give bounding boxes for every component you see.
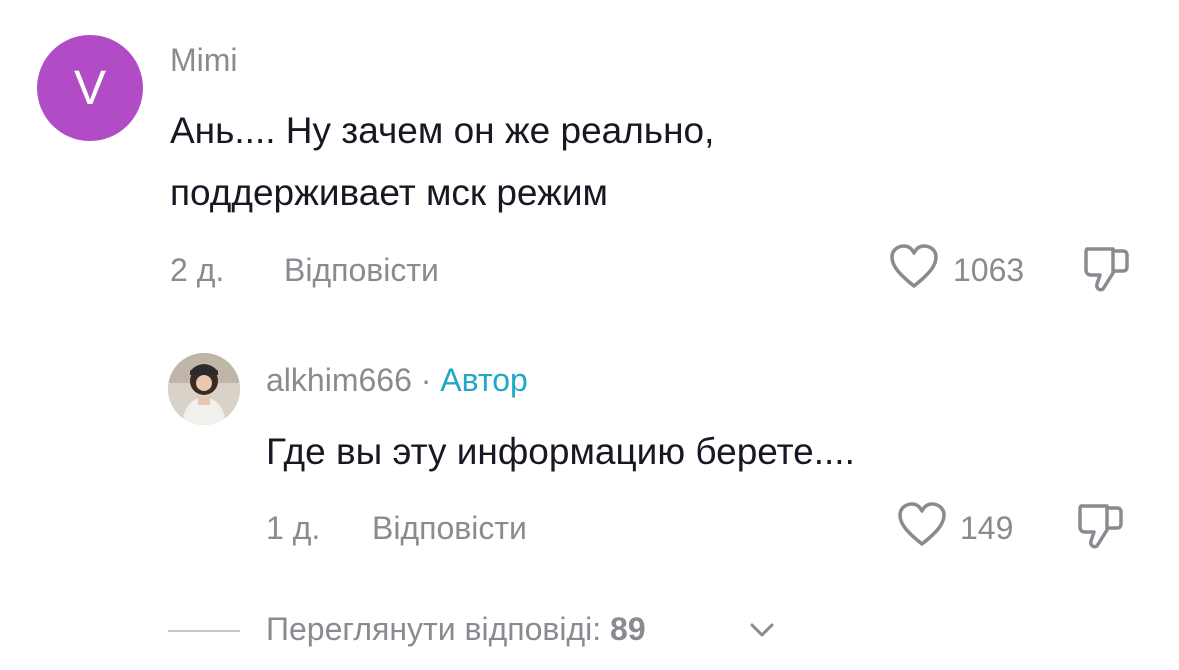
dislike-button[interactable] — [1083, 243, 1131, 295]
like-button[interactable] — [889, 244, 939, 290]
comment-text-line-1: Ань.... Ну зачем он же реально, — [170, 110, 715, 151]
comment-timestamp: 2 д. — [170, 252, 225, 288]
view-replies-label: Переглянути відповіді: — [266, 611, 602, 647]
thumbs-down-icon — [1084, 247, 1129, 292]
avatar-photo — [168, 353, 240, 425]
view-replies-button[interactable]: Переглянути відповіді: 89 — [266, 613, 646, 645]
view-replies-count: 89 — [610, 611, 646, 647]
thumbs-down-icon — [1078, 504, 1123, 549]
reply-button[interactable]: Відповісти — [284, 254, 439, 286]
chevron-down-icon[interactable] — [748, 620, 776, 640]
like-count: 1063 — [953, 252, 1025, 288]
reply-like-button[interactable] — [897, 502, 947, 548]
avatar[interactable]: V — [37, 35, 143, 141]
separator-dot: · — [420, 362, 432, 398]
divider — [168, 630, 240, 632]
avatar-letter: V — [73, 61, 106, 115]
reply-header: alkhim666 · Автор — [266, 364, 528, 396]
heart-outline-icon — [890, 244, 938, 288]
heart-outline-icon — [898, 502, 946, 546]
reply-avatar[interactable] — [168, 353, 240, 425]
reply-timestamp: 1 д. — [266, 510, 321, 546]
comment-text-line-2: поддерживает мск режим — [170, 172, 608, 213]
comment-username[interactable]: Mimi — [170, 44, 238, 76]
reply-like-count: 149 — [960, 510, 1014, 546]
reply-dislike-button[interactable] — [1077, 500, 1125, 552]
reply-username[interactable]: alkhim666 — [266, 362, 412, 398]
author-badge: Автор — [440, 362, 528, 398]
reply-text: Где вы эту информацию берете.... — [266, 431, 855, 472]
reply-reply-button[interactable]: Відповісти — [372, 512, 527, 544]
